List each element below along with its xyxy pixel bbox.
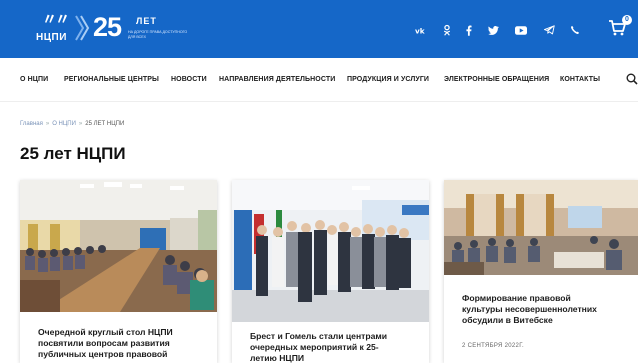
anniversary-number: 25 xyxy=(93,12,122,42)
breadcrumb-separator: » xyxy=(78,121,83,127)
breadcrumb-separator: » xyxy=(45,121,50,127)
news-card[interactable]: Формирование правовой культуры несоверше… xyxy=(444,180,638,363)
breadcrumb-current: 25 ЛЕТ НЦПИ xyxy=(85,121,125,127)
ncpi-logo[interactable]: 〃〃 НЦПИ xyxy=(36,12,76,48)
nav-item-directions[interactable]: НАПРАВЛЕНИЯ ДЕЯТЕЛЬНОСТИ xyxy=(219,76,335,83)
logo-waves-icon: 〃〃 xyxy=(42,11,70,28)
cart-count-badge: 0 xyxy=(622,15,632,25)
main-nav: О НЦПИ РЕГИОНАЛЬНЫЕ ЦЕНТРЫ НОВОСТИ НАПРА… xyxy=(0,58,638,102)
nav-item-e-appeals[interactable]: ЭЛЕКТРОННЫЕ ОБРАЩЕНИЯ xyxy=(444,76,549,83)
nav-item-products[interactable]: ПРОДУКЦИЯ И УСЛУГИ xyxy=(347,76,429,83)
anniversary-subtitle: НА ДОРОГЕ ПРАВА ДОСТУПНОГО ДЛЯ ВСЕХ xyxy=(128,30,188,39)
odnoklassniki-icon[interactable] xyxy=(441,23,453,37)
news-card-title[interactable]: Брест и Гомель стали центрами очередных … xyxy=(250,331,420,363)
nav-item-contacts[interactable]: КОНТАКТЫ xyxy=(560,76,600,83)
breadcrumb: Главная» О НЦПИ» 25 ЛЕТ НЦПИ xyxy=(20,121,124,127)
news-card-date: 2 СЕНТЯБРЯ 2022Г. xyxy=(462,343,524,349)
youtube-icon[interactable] xyxy=(514,23,528,37)
breadcrumb-home-link[interactable]: Главная xyxy=(20,121,43,127)
breadcrumb-about-link[interactable]: О НЦПИ xyxy=(52,121,76,127)
anniversary-word: ЛЕТ xyxy=(136,16,157,26)
news-photo-vitebsk[interactable] xyxy=(444,180,638,275)
vk-icon[interactable]: vk xyxy=(414,23,428,37)
news-card-title[interactable]: Очередной круглый стол НЦПИ посвятили во… xyxy=(38,327,208,360)
viber-icon[interactable] xyxy=(569,23,581,37)
telegram-icon[interactable] xyxy=(543,23,555,37)
svg-text:vk: vk xyxy=(415,26,425,35)
news-card[interactable]: Брест и Гомель стали центрами очередных … xyxy=(232,180,429,363)
nav-item-news[interactable]: НОВОСТИ xyxy=(171,76,207,83)
nav-item-regional-centers[interactable]: РЕГИОНАЛЬНЫЕ ЦЕНТРЫ xyxy=(64,76,159,83)
double-chevron-icon xyxy=(75,15,90,41)
news-photo-round-table[interactable] xyxy=(20,180,217,312)
news-card[interactable]: Очередной круглый стол НЦПИ посвятили во… xyxy=(20,180,217,363)
facebook-icon[interactable] xyxy=(464,23,474,37)
nav-item-about[interactable]: О НЦПИ xyxy=(20,76,48,83)
top-header: 〃〃 НЦПИ 25 ЛЕТ НА ДОРОГЕ ПРАВА ДОСТУПНОГ… xyxy=(0,0,638,58)
news-card-title[interactable]: Формирование правовой культуры несоверше… xyxy=(462,293,630,326)
search-icon[interactable] xyxy=(626,73,638,85)
page-title: 25 лет НЦПИ xyxy=(20,144,126,163)
news-photo-group[interactable] xyxy=(232,180,429,322)
twitter-icon[interactable] xyxy=(487,23,499,37)
logo-text: НЦПИ xyxy=(36,32,67,43)
